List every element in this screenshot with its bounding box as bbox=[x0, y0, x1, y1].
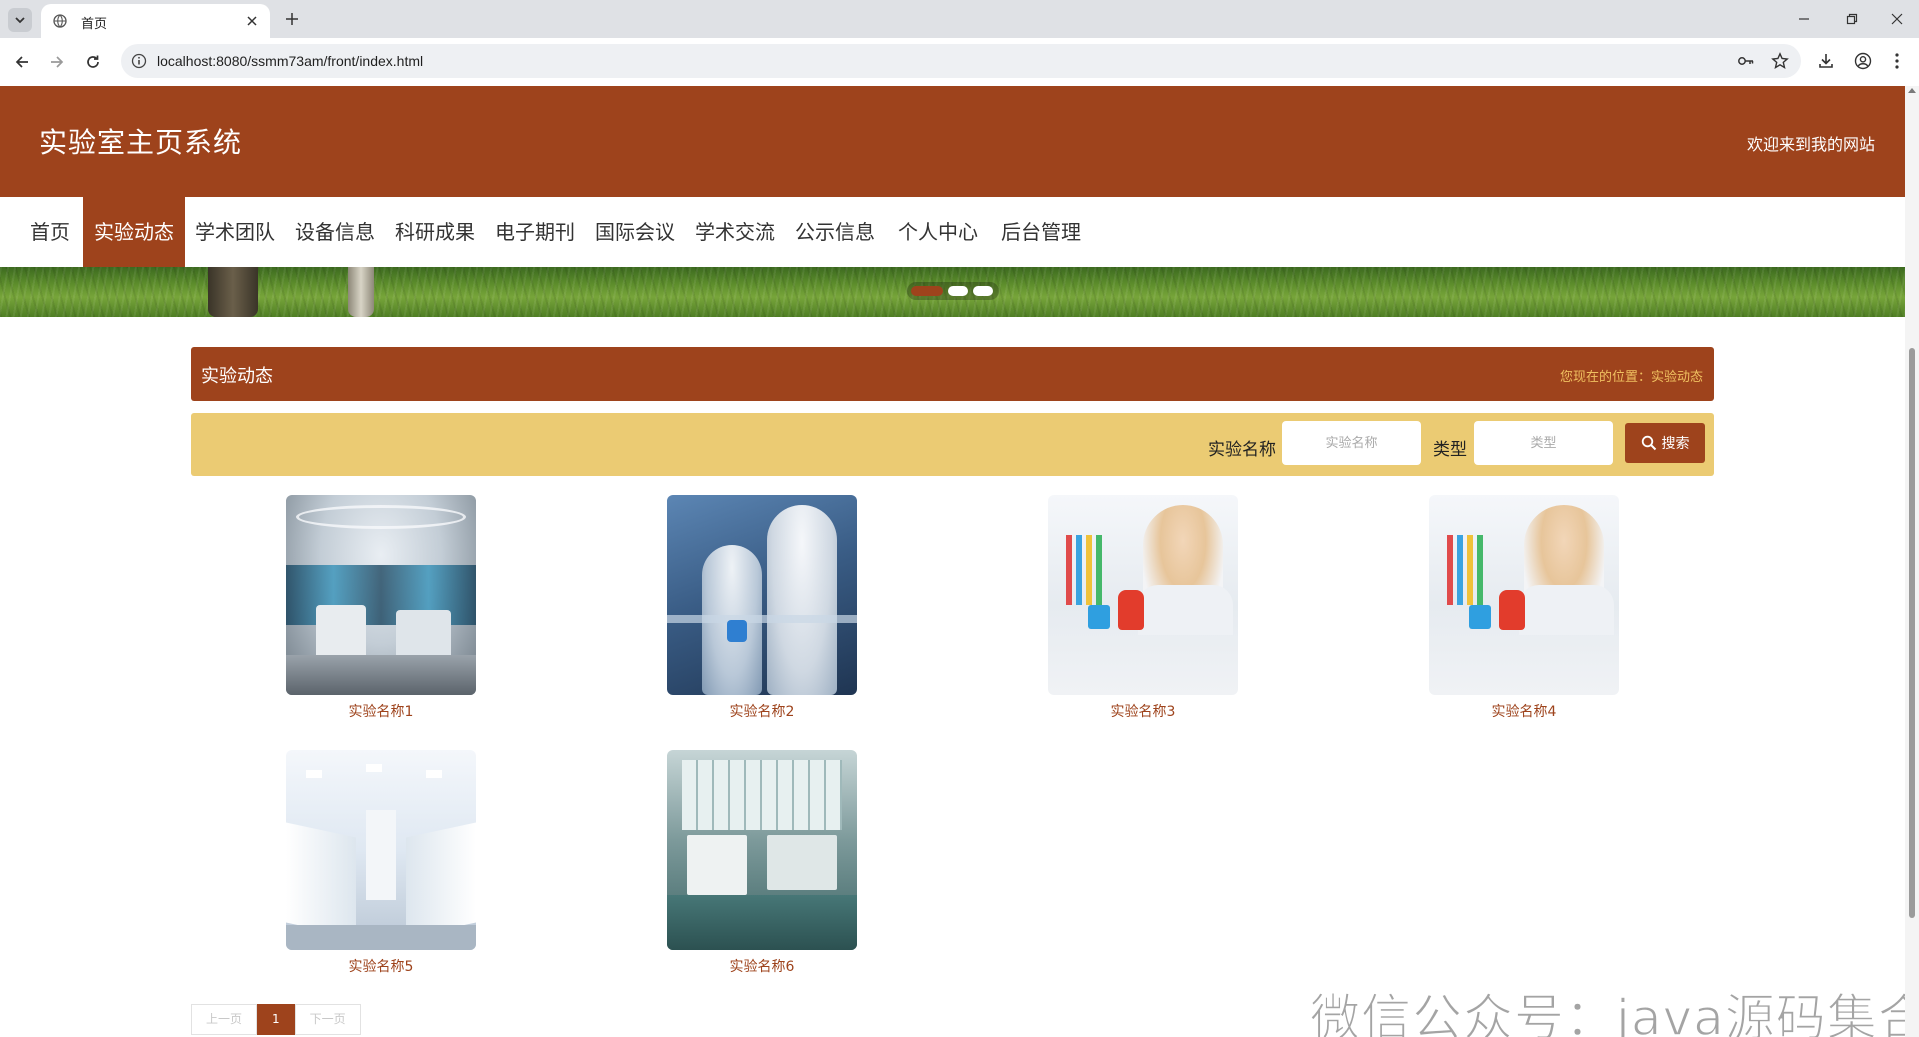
browser-tab-bar: 首页 bbox=[0, 0, 1919, 38]
nav-item-conferences[interactable]: 国际会议 bbox=[588, 197, 682, 267]
experiment-card[interactable]: 实验名称4 bbox=[1429, 495, 1619, 721]
more-menu-icon[interactable] bbox=[1886, 50, 1908, 72]
experiment-image[interactable] bbox=[286, 495, 476, 695]
breadcrumb-bar: 实验动态 您现在的位置：实验动态 bbox=[191, 347, 1714, 401]
main-nav: 首页 实验动态 学术团队 设备信息 科研成果 电子期刊 国际会议 学术交流 公示… bbox=[0, 197, 1905, 267]
experiment-name[interactable]: 实验名称5 bbox=[286, 956, 476, 976]
carousel-dot[interactable] bbox=[973, 286, 993, 296]
watermark: 微信公众号：java源码集合 bbox=[1309, 988, 1905, 1037]
experiment-image[interactable] bbox=[667, 495, 857, 695]
search-bar: 实验名称 类型 搜索 bbox=[191, 413, 1714, 476]
carousel-dot[interactable] bbox=[948, 286, 968, 296]
pagination: 上一页 1 下一页 bbox=[191, 1004, 361, 1035]
url-text: localhost:8080/ssmm73am/front/index.html bbox=[157, 53, 424, 69]
experiment-image[interactable] bbox=[1429, 495, 1619, 695]
experiment-name[interactable]: 实验名称1 bbox=[286, 701, 476, 721]
type-search-input[interactable] bbox=[1474, 421, 1613, 465]
nav-item-personal-center[interactable]: 个人中心 bbox=[891, 197, 985, 267]
welcome-text: 欢迎来到我的网站 bbox=[1746, 135, 1875, 154]
nav-item-academic-team[interactable]: 学术团队 bbox=[188, 197, 282, 267]
nav-item-research-results[interactable]: 科研成果 bbox=[388, 197, 482, 267]
banner-carousel[interactable] bbox=[0, 267, 1905, 317]
nav-item-equipment[interactable]: 设备信息 bbox=[288, 197, 382, 267]
address-bar[interactable]: localhost:8080/ssmm73am/front/index.html bbox=[121, 44, 1801, 78]
carousel-indicators bbox=[907, 282, 999, 300]
experiment-image[interactable] bbox=[286, 750, 476, 950]
carousel-dot[interactable] bbox=[911, 286, 943, 296]
nav-item-home[interactable]: 首页 bbox=[20, 197, 80, 267]
experiment-name[interactable]: 实验名称2 bbox=[667, 701, 857, 721]
banner-tree bbox=[208, 267, 258, 317]
page-scrollbar[interactable] bbox=[1905, 86, 1919, 1037]
new-tab-icon[interactable] bbox=[282, 9, 302, 29]
experiment-name[interactable]: 实验名称3 bbox=[1048, 701, 1238, 721]
tab-search-button[interactable] bbox=[8, 8, 32, 32]
experiment-card[interactable]: 实验名称5 bbox=[286, 750, 476, 976]
experiment-card[interactable]: 实验名称1 bbox=[286, 495, 476, 721]
back-arrow-icon[interactable] bbox=[10, 50, 34, 74]
experiment-image[interactable] bbox=[1048, 495, 1238, 695]
section-title: 实验动态 bbox=[201, 366, 273, 387]
nav-item-experiment-news[interactable]: 实验动态 bbox=[83, 197, 185, 267]
search-button[interactable]: 搜索 bbox=[1625, 423, 1705, 463]
experiment-card[interactable]: 实验名称3 bbox=[1048, 495, 1238, 721]
breadcrumb: 您现在的位置：实验动态 bbox=[1559, 370, 1703, 385]
tab-close-icon[interactable] bbox=[244, 13, 260, 29]
site-title: 实验室主页系统 bbox=[39, 126, 243, 159]
experiment-card[interactable]: 实验名称2 bbox=[667, 495, 857, 721]
site-info-icon[interactable] bbox=[131, 53, 147, 69]
globe-icon bbox=[53, 14, 67, 28]
banner-tree bbox=[348, 267, 374, 317]
site-header: 实验室主页系统 欢迎来到我的网站 bbox=[0, 86, 1905, 197]
nav-item-announcements[interactable]: 公示信息 bbox=[788, 197, 882, 267]
chevron-down-icon bbox=[15, 17, 25, 24]
scroll-thumb[interactable] bbox=[1909, 348, 1915, 918]
restore-icon[interactable] bbox=[1843, 10, 1861, 28]
nav-item-academic-exchange[interactable]: 学术交流 bbox=[688, 197, 782, 267]
tab-title: 首页 bbox=[81, 17, 108, 32]
experiment-card[interactable]: 实验名称6 bbox=[667, 750, 857, 976]
reload-icon[interactable] bbox=[81, 50, 105, 74]
name-label: 实验名称 bbox=[1208, 440, 1276, 460]
browser-toolbar: localhost:8080/ssmm73am/front/index.html bbox=[0, 38, 1919, 86]
page-viewport: 实验室主页系统 欢迎来到我的网站 首页 实验动态 学术团队 设备信息 科研成果 … bbox=[0, 86, 1905, 1037]
name-search-input[interactable] bbox=[1282, 421, 1421, 465]
experiment-name[interactable]: 实验名称4 bbox=[1429, 701, 1619, 721]
experiment-image[interactable] bbox=[667, 750, 857, 950]
nav-item-e-journals[interactable]: 电子期刊 bbox=[488, 197, 582, 267]
prev-page-button[interactable]: 上一页 bbox=[191, 1004, 258, 1035]
profile-icon[interactable] bbox=[1852, 50, 1874, 72]
password-key-icon[interactable] bbox=[1737, 52, 1755, 70]
minimize-icon[interactable] bbox=[1795, 10, 1813, 28]
browser-tab[interactable]: 首页 bbox=[41, 4, 270, 38]
next-page-button[interactable]: 下一页 bbox=[294, 1004, 361, 1035]
experiment-name[interactable]: 实验名称6 bbox=[667, 956, 857, 976]
forward-arrow-icon[interactable] bbox=[45, 50, 69, 74]
download-icon[interactable] bbox=[1815, 50, 1837, 72]
scroll-up-icon[interactable] bbox=[1908, 88, 1916, 93]
close-window-icon[interactable] bbox=[1888, 10, 1906, 28]
page-number-current[interactable]: 1 bbox=[257, 1004, 295, 1035]
nav-item-admin[interactable]: 后台管理 bbox=[994, 197, 1088, 267]
search-button-label: 搜索 bbox=[1661, 436, 1690, 452]
type-label: 类型 bbox=[1433, 440, 1467, 460]
search-icon bbox=[1641, 435, 1656, 451]
bookmark-star-icon[interactable] bbox=[1771, 52, 1789, 70]
